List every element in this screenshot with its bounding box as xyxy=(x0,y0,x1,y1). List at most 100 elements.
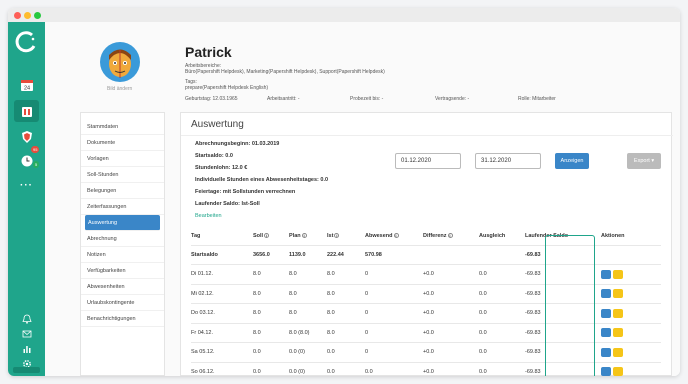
probation-end: Probezeit bis: - xyxy=(350,96,384,102)
table-cell: Startsaldo xyxy=(191,244,253,265)
gear-icon[interactable] xyxy=(601,289,611,299)
col-header-aktionen: Aktionen xyxy=(601,232,625,239)
sidebar-item-notizen[interactable]: Notizen xyxy=(81,247,164,263)
export-button[interactable]: Export ▾ xyxy=(627,153,661,169)
info-icon[interactable]: i xyxy=(264,232,270,238)
table-cell: 8.0 xyxy=(327,283,365,304)
info-icon[interactable]: i xyxy=(447,232,453,238)
tags-value: prepare(Papershift Helpdesk English) xyxy=(185,85,269,91)
gear-icon[interactable] xyxy=(601,308,611,318)
employees-icon[interactable] xyxy=(14,100,39,122)
clock-badge-bottom: 5 xyxy=(33,161,40,168)
table-cell: 8.0 xyxy=(289,264,327,284)
sidebar-item-verfuegbarkeiten[interactable]: Verfügbarkeiten xyxy=(81,263,164,279)
show-button[interactable]: Anzeigen xyxy=(555,153,589,169)
table-cell xyxy=(601,322,661,343)
date-from-input[interactable]: 01.12.2020 xyxy=(395,153,461,169)
table-cell: 0.0 xyxy=(327,342,365,362)
sidebar-item-soll-stunden[interactable]: Soll-Stunden xyxy=(81,167,164,183)
app-window: 24 95 5 ··· Bild ändern Patrick Arbeitsb… xyxy=(8,8,680,376)
date-to-input[interactable]: 31.12.2020 xyxy=(475,153,541,169)
table-cell: +0.0 xyxy=(423,264,479,284)
info-icon[interactable]: i xyxy=(334,232,340,238)
close-window-dot[interactable] xyxy=(14,12,21,19)
table-cell xyxy=(479,244,525,265)
col-header-differenz: Differenz i xyxy=(423,227,479,245)
table-cell: Di 01.12. xyxy=(191,264,253,284)
maximize-window-dot[interactable] xyxy=(34,12,41,19)
table-cell xyxy=(601,283,661,304)
table-cell: 0 xyxy=(365,342,423,362)
gear-icon[interactable] xyxy=(601,328,611,338)
note-icon[interactable] xyxy=(613,328,623,338)
table-cell: 0.0 xyxy=(479,264,525,284)
gear-icon[interactable] xyxy=(601,367,611,376)
table-cell: 0.0 (0) xyxy=(289,342,327,362)
table-cell: +0.0 xyxy=(423,342,479,362)
calendar-day: 24 xyxy=(23,86,29,92)
table-cell xyxy=(601,264,661,284)
account-chip[interactable] xyxy=(13,367,40,373)
sidebar-item-urlaubskontingente[interactable]: Urlaubskontingente xyxy=(81,295,164,311)
sidebar-item-auswertung[interactable]: Auswertung xyxy=(85,215,160,231)
note-icon[interactable] xyxy=(613,367,623,376)
col-header-abwesend-label: Abwesend xyxy=(365,232,393,239)
main-content: Bild ändern Patrick Arbeitsbereiche: Bür… xyxy=(45,22,680,376)
table-cell: 222.44 xyxy=(327,244,365,265)
table-cell: 8.0 xyxy=(327,322,365,343)
table-cell xyxy=(601,303,661,323)
col-header-tag-label: Tag xyxy=(191,232,201,239)
table-cell: -69.83 xyxy=(525,361,601,376)
contract-end: Vertragsende: - xyxy=(435,96,470,102)
note-icon[interactable] xyxy=(613,269,623,279)
shield-icon[interactable] xyxy=(14,126,39,148)
sidebar-item-stammdaten[interactable]: Stammdaten xyxy=(81,119,164,135)
edit-link[interactable]: Bearbeiten xyxy=(195,213,222,219)
table-cell: 0.0 xyxy=(479,283,525,304)
sidebar-item-dokumente[interactable]: Dokumente xyxy=(81,135,164,151)
sidebar-item-vorlagen[interactable]: Vorlagen xyxy=(81,151,164,167)
table-cell: -69.83 xyxy=(525,303,601,323)
table-cell: 0 xyxy=(365,264,423,284)
role: Rolle: Mitarbeiter xyxy=(518,96,556,102)
avatar-change-link[interactable]: Bild ändern xyxy=(107,86,132,92)
evaluation-table: Tag Soll i Plan i Ist i Abwesend i Differenz… xyxy=(191,227,661,376)
sidebar-item-zeiterfassungen[interactable]: Zeiterfassungen xyxy=(81,199,164,215)
info-icon[interactable]: i xyxy=(301,232,307,238)
table-cell: 0.0 xyxy=(365,361,423,376)
table-cell: 0 xyxy=(365,283,423,304)
note-icon[interactable] xyxy=(613,347,623,357)
sidebar-item-benachrichtigungen[interactable]: Benachrichtigungen xyxy=(81,311,164,327)
table-row: Sa 05.12. 0.0 0.0 (0) 0.0 0 +0.0 0.0 -69.83 xyxy=(191,342,661,362)
more-icon[interactable]: ··· xyxy=(14,174,39,196)
col-header-tag: Tag xyxy=(191,227,253,245)
info-icon[interactable]: i xyxy=(393,232,399,238)
clock-icon[interactable]: 95 5 xyxy=(14,146,40,172)
table-cell: +0.0 xyxy=(423,322,479,343)
app-logo[interactable] xyxy=(14,30,39,55)
gear-icon[interactable] xyxy=(601,269,611,279)
minimize-window-dot[interactable] xyxy=(24,12,31,19)
evaluation-panel: Auswertung Abrechnungsbeginn: 01.03.2019… xyxy=(180,112,673,376)
table-cell: 0.0 xyxy=(479,361,525,376)
table-row: So 06.12. 0.0 0.0 (0) 0.0 0.0 +0.0 0.0 -69.83 xyxy=(191,361,661,376)
avatar[interactable] xyxy=(100,42,140,82)
table-cell: 8.0 xyxy=(253,322,289,343)
note-icon[interactable] xyxy=(613,308,623,318)
table-cell xyxy=(601,361,661,376)
table-cell: -69.83 xyxy=(525,283,601,304)
running-balance-setting: Laufender Saldo: Ist-Soll xyxy=(195,201,260,207)
table-cell: 0.0 xyxy=(479,322,525,343)
col-header-laufender-saldo: Laufender Saldo xyxy=(525,232,569,239)
table-cell: 8.0 xyxy=(327,303,365,323)
sidebar-item-abwesenheiten[interactable]: Abwesenheiten xyxy=(81,279,164,295)
absence-hours: Individuelle Stunden eines Abwesenheitst… xyxy=(195,177,329,183)
sidebar-item-abrechnung[interactable]: Abrechnung xyxy=(81,231,164,247)
sidebar-item-belegungen[interactable]: Belegungen xyxy=(81,183,164,199)
calendar-icon[interactable]: 24 xyxy=(14,74,39,96)
table-cell xyxy=(423,244,479,265)
col-header-ist: Ist i xyxy=(327,227,365,245)
gear-icon[interactable] xyxy=(601,347,611,357)
note-icon[interactable] xyxy=(613,289,623,299)
table-cell: +0.0 xyxy=(423,283,479,304)
